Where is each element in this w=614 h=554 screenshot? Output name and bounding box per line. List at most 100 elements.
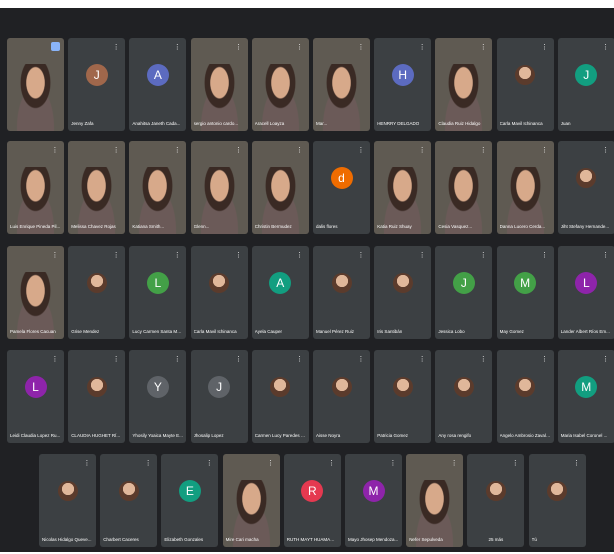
participant-tile[interactable]: ⋮ d dalis flores	[313, 141, 370, 234]
more-options-icon[interactable]: ⋮	[356, 354, 366, 364]
participant-tile[interactable]: ⋮ Melissa Chavez Rojas	[68, 141, 126, 234]
participant-tile[interactable]: ⋮ Carla Mavil Ichinanca	[496, 38, 554, 131]
participant-tile[interactable]: ⋮ H HENRRY DELGADO	[374, 38, 432, 131]
more-options-icon[interactable]: ⋮	[172, 250, 182, 260]
participant-tile[interactable]: ⋮ J Juan	[557, 38, 614, 131]
participant-tile[interactable]: ⋮ Any rosa rengifo	[435, 350, 493, 443]
more-options-icon[interactable]: ⋮	[356, 250, 366, 260]
participant-tile[interactable]: ⋮ Manuel Pérez Ruiz	[313, 246, 370, 339]
more-options-icon[interactable]: ⋮	[417, 42, 427, 52]
more-options-icon[interactable]: ⋮	[50, 250, 60, 260]
more-options-icon[interactable]: ⋮	[356, 42, 366, 52]
more-options-icon[interactable]: ⋮	[172, 42, 182, 52]
participant-tile[interactable]: ⋮ CLAUDIA HUGHET RÍ...	[68, 350, 126, 443]
participant-tile[interactable]: ⋮ J Jenny Zafa	[68, 38, 126, 131]
more-options-icon[interactable]: ⋮	[478, 145, 488, 155]
participant-tile[interactable]: ⋮ L Leidi Claudia Lopez Ru...	[7, 350, 64, 443]
more-options-icon[interactable]: ⋮	[478, 354, 488, 364]
participant-tile[interactable]: ⋮ Carmen Lucy Paredes T...	[251, 350, 309, 443]
more-options-icon[interactable]: ⋮	[295, 145, 305, 155]
participant-tile[interactable]: ⋮ R RUTH MAYT HUAMAN S...	[283, 454, 341, 547]
more-options-icon[interactable]: ⋮	[50, 145, 60, 155]
participant-tile[interactable]: ⋮ Christin Bermudez	[251, 141, 309, 234]
more-options-icon[interactable]: ⋮	[234, 145, 244, 155]
pin-icon[interactable]	[51, 42, 60, 51]
participant-tile[interactable]: ⋮ E Elizabeth Gonzales	[161, 454, 219, 547]
participant-tile[interactable]: ⋮ Jiht Stefany Hernande...	[557, 141, 614, 234]
participant-tile[interactable]: ⋮ L Lucy Carmen Santa Mar...	[129, 246, 187, 339]
more-options-icon[interactable]: ⋮	[540, 145, 550, 155]
participant-tile[interactable]: ⋮ Tú	[528, 454, 586, 547]
more-options-icon[interactable]: ⋮	[540, 250, 550, 260]
participant-tile[interactable]: ⋮ Mire Cari macha	[222, 454, 280, 547]
more-options-icon[interactable]: ⋮	[601, 250, 611, 260]
participant-tile[interactable]: ⋮ J Jhosalip Lopez	[190, 350, 248, 443]
more-options-icon[interactable]: ⋮	[356, 145, 366, 155]
more-options-icon[interactable]: ⋮	[510, 458, 520, 468]
participant-tile[interactable]: ⋮ Pamela Flores Cacuan	[7, 246, 64, 339]
participant-tile[interactable]: ⋮ Glenn...	[190, 141, 248, 234]
participant-tile[interactable]: ⋮ M Mayo Jhosep Mendoza...	[345, 454, 402, 547]
more-options-icon[interactable]: ⋮	[111, 250, 121, 260]
participant-tile[interactable]: ⋮ M Maria Isabel Coronel ...	[557, 350, 614, 443]
more-options-icon[interactable]: ⋮	[540, 354, 550, 364]
participant-tile[interactable]: ⋮ Y Yhosily Yoaica Mayte E...	[129, 350, 187, 443]
participant-tile[interactable]: ⋮ M May Gomez	[496, 246, 554, 339]
participant-tile[interactable]: ⋮ Cesia Vasquez...	[435, 141, 493, 234]
more-options-icon[interactable]: ⋮	[295, 354, 305, 364]
more-options-icon[interactable]: ⋮	[295, 250, 305, 260]
participant-tile[interactable]: ⋮ Nefer Sepulveda	[406, 454, 464, 547]
more-options-icon[interactable]: ⋮	[50, 354, 60, 364]
more-options-icon[interactable]: ⋮	[417, 250, 427, 260]
participant-tile[interactable]: ⋮ A Anahitsa Janeth Cada...	[129, 38, 187, 131]
more-options-icon[interactable]: ⋮	[111, 354, 121, 364]
more-options-icon[interactable]: ⋮	[111, 42, 121, 52]
more-options-icon[interactable]: ⋮	[295, 42, 305, 52]
participant-tile[interactable]: ⋮ Carla Mavil Ichinanca	[190, 246, 248, 339]
more-options-icon[interactable]: ⋮	[388, 458, 398, 468]
participant-tile[interactable]: ⋮ A Ayela Cauper	[251, 246, 309, 339]
more-options-icon[interactable]: ⋮	[172, 354, 182, 364]
participant-tile[interactable]: ⋮ Katia Ruiz Shuay	[374, 141, 432, 234]
more-options-icon[interactable]: ⋮	[143, 458, 153, 468]
more-options-icon[interactable]: ⋮	[417, 354, 427, 364]
participant-tile[interactable]: ⋮ 25 más	[467, 454, 525, 547]
more-options-icon[interactable]: ⋮	[234, 354, 244, 364]
participant-tile[interactable]: ⋮ Aracell Loayza	[251, 38, 309, 131]
participant-tile[interactable]: ⋮ sergio antonio cardo...	[190, 38, 248, 131]
more-options-icon[interactable]: ⋮	[234, 42, 244, 52]
more-options-icon[interactable]: ⋮	[417, 145, 427, 155]
participant-tile[interactable]: ⋮ Danna Lucero Cerda...	[496, 141, 554, 234]
participant-tile[interactable]: ⋮ Angelo Ambrosio Zavala...	[496, 350, 554, 443]
participant-tile[interactable]: ⋮ Aisse Noyra	[313, 350, 370, 443]
participant-tile[interactable]: ⋮ L Lander Albert Ríos Em...	[557, 246, 614, 339]
photo-avatar	[57, 481, 78, 502]
participant-tile[interactable]: ⋮ Iris Santibán	[374, 246, 432, 339]
participant-tile[interactable]	[7, 38, 64, 131]
more-options-icon[interactable]: ⋮	[234, 250, 244, 260]
participant-tile[interactable]: ⋮ Mar...	[313, 38, 370, 131]
more-options-icon[interactable]: ⋮	[540, 42, 550, 52]
more-options-icon[interactable]: ⋮	[82, 458, 92, 468]
participant-tile[interactable]: ⋮ J Jessica Lobo	[435, 246, 493, 339]
more-options-icon[interactable]: ⋮	[478, 42, 488, 52]
photo-avatar	[118, 481, 139, 502]
more-options-icon[interactable]: ⋮	[327, 458, 337, 468]
more-options-icon[interactable]: ⋮	[572, 458, 582, 468]
participant-tile[interactable]: ⋮ Grise Mendez	[68, 246, 126, 339]
more-options-icon[interactable]: ⋮	[266, 458, 276, 468]
participant-tile[interactable]: ⋮ Luis Enrique Pineda Pil...	[7, 141, 64, 234]
more-options-icon[interactable]: ⋮	[601, 42, 611, 52]
participant-tile[interactable]: ⋮ Katiana Smith...	[129, 141, 187, 234]
more-options-icon[interactable]: ⋮	[449, 458, 459, 468]
more-options-icon[interactable]: ⋮	[601, 354, 611, 364]
participant-tile[interactable]: ⋮ Charbert Caceres	[100, 454, 158, 547]
more-options-icon[interactable]: ⋮	[111, 145, 121, 155]
more-options-icon[interactable]: ⋮	[172, 145, 182, 155]
more-options-icon[interactable]: ⋮	[204, 458, 214, 468]
participant-tile[interactable]: ⋮ Claudia Ruiz Hidalgo	[435, 38, 493, 131]
more-options-icon[interactable]: ⋮	[601, 145, 611, 155]
participant-tile[interactable]: ⋮ Nicolas Hidalgo Queve...	[39, 454, 96, 547]
participant-tile[interactable]: ⋮ Patricia Gomez	[374, 350, 432, 443]
more-options-icon[interactable]: ⋮	[478, 250, 488, 260]
